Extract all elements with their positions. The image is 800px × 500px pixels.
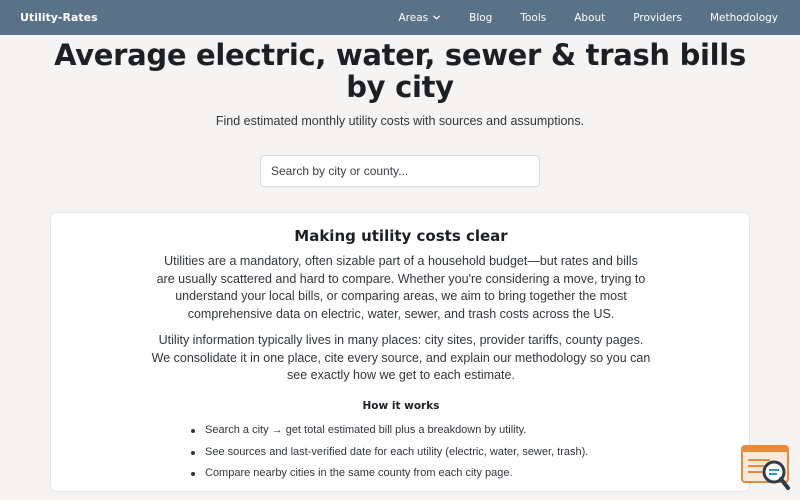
search-chat-icon	[741, 445, 790, 490]
list-item: See sources and last-verified date for e…	[191, 442, 671, 464]
top-navbar: Utility-Rates Areas Blog Tools About Pro…	[0, 0, 800, 35]
card-title: Making utility costs clear	[294, 227, 508, 245]
intro-paragraph-1: Utilities are a mandatory, often sizable…	[156, 254, 646, 322]
nav-tools[interactable]: Tools	[520, 12, 546, 24]
main-nav: Areas Blog Tools About Providers Methodo…	[398, 0, 778, 35]
nav-providers[interactable]: Providers	[633, 12, 682, 24]
intro-card: Making utility costs clear Utilities are…	[50, 212, 750, 492]
nav-areas-dropdown[interactable]: Areas	[398, 12, 441, 24]
help-chat-widget[interactable]	[740, 444, 792, 492]
nav-about[interactable]: About	[574, 12, 605, 24]
intro-paragraph-2: Utility information typically lives in m…	[151, 333, 651, 383]
chevron-down-icon	[433, 15, 440, 20]
brand-logo[interactable]: Utility-Rates	[20, 0, 98, 35]
how-it-works-heading: How it works	[362, 400, 440, 412]
how-it-works-list: Search a city → get total estimated bill…	[191, 420, 671, 485]
page-title: Average electric, water, sewer & trash b…	[54, 38, 746, 104]
nav-areas-label: Areas	[398, 11, 429, 24]
nav-methodology[interactable]: Methodology	[710, 12, 778, 24]
list-item: Search a city → get total estimated bill…	[191, 420, 671, 442]
city-search-input[interactable]	[260, 155, 540, 187]
nav-blog[interactable]: Blog	[469, 12, 492, 24]
list-item: Compare nearby cities in the same county…	[191, 463, 671, 485]
page-subtitle: Find estimated monthly utility costs wit…	[215, 114, 585, 128]
